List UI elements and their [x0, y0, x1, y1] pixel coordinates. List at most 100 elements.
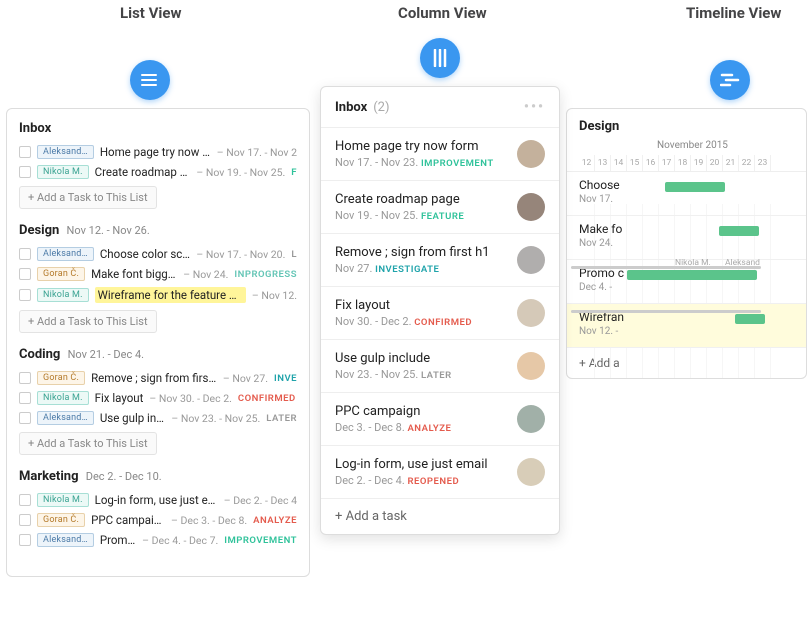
avatar[interactable] [517, 352, 545, 380]
task-checkbox[interactable] [19, 289, 31, 301]
task-row[interactable]: Aleksand…Home page try now form – Nov 17… [19, 142, 297, 162]
task-row[interactable]: Nikola M.Log-in form, use just email – D… [19, 490, 297, 510]
task-row[interactable]: Nikola M.Wireframe for the feature page … [19, 284, 297, 306]
task-card[interactable]: Use gulp includeNov 23. - Nov 25. LATER [321, 340, 559, 393]
task-row[interactable]: Aleksand…Promo code – Dec 4. - Dec 7. IM… [19, 530, 297, 550]
timeline-day: 23 [755, 155, 771, 171]
assignee-pill[interactable]: Goran Č. [37, 371, 85, 385]
card-meta: Dec 3. - Dec 8. ANALYZE [335, 421, 507, 434]
task-dates: – Dec 3. - Dec 8. [171, 514, 247, 527]
timeline-view-panel: Design November 2015 1213141516171819202… [566, 108, 807, 379]
task-dates: – Nov 19. - Nov 25. [196, 166, 285, 179]
timeline-day: 20 [707, 155, 723, 171]
column-view-panel: Inbox (2) ••• Home page try now formNov … [320, 86, 560, 535]
avatar[interactable] [517, 193, 545, 221]
assignee-pill[interactable]: Goran Č. [37, 513, 85, 527]
section-title: Inbox [19, 121, 297, 136]
assignee-pill[interactable]: Goran Č. [37, 267, 85, 281]
task-row[interactable]: Nikola M.Create roadmap page – Nov 19. -… [19, 162, 297, 182]
task-dates: – Nov 24. [183, 268, 228, 281]
timeline-row[interactable]: ChooseNov 17. [567, 172, 806, 216]
assignee-pill[interactable]: Aleksand… [37, 145, 94, 159]
task-checkbox[interactable] [19, 166, 31, 178]
assignee-pill[interactable]: Aleksand… [37, 411, 94, 425]
task-card[interactable]: Home page try now formNov 17. - Nov 23. … [321, 128, 559, 181]
task-title: Make font bigger [91, 267, 177, 281]
task-row[interactable]: Nikola M.Fix layout – Nov 30. - Dec 2. C… [19, 388, 297, 408]
task-row[interactable]: Aleksand…Choose color scheme – Nov 17. -… [19, 244, 297, 264]
timeline-view-icon[interactable] [710, 60, 750, 100]
assignee-pill[interactable]: Nikola M. [37, 391, 89, 405]
task-row[interactable]: Goran Č.Make font bigger – Nov 24. INPRO… [19, 264, 297, 284]
task-checkbox[interactable] [19, 412, 31, 424]
task-checkbox[interactable] [19, 534, 31, 546]
assignee-pill[interactable]: Aleksand… [37, 247, 94, 261]
task-card[interactable]: PPC campaign Dec 3. - Dec 8. ANALYZE [321, 393, 559, 446]
task-card[interactable]: Log-in form, use just emailDec 2. - Dec … [321, 446, 559, 499]
column-header: Inbox (2) ••• [321, 87, 559, 128]
section-title: Marketing Dec 2. - Dec 10. [19, 469, 297, 484]
task-card[interactable]: Fix layoutNov 30. - Dec 2. CONFIRMED [321, 287, 559, 340]
card-title: Create roadmap page [335, 192, 507, 207]
column-view-label: Column View [398, 4, 487, 22]
add-task-button[interactable]: + Add a [567, 348, 806, 378]
timeline-view-label: Timeline View [686, 4, 781, 22]
task-dates: – Nov 17. - Nov 20. [196, 248, 285, 261]
avatar[interactable] [517, 246, 545, 274]
task-dates: – Nov 17. - Nov 2 [217, 146, 297, 159]
timeline-day: 17 [659, 155, 675, 171]
task-checkbox[interactable] [19, 514, 31, 526]
timeline-section-title: Design [567, 109, 806, 134]
timeline-bar[interactable] [571, 310, 761, 313]
task-row[interactable]: Goran Č.PPC campaign – Dec 3. - Dec 8. A… [19, 510, 297, 530]
card-meta: Nov 19. - Nov 25. FEATURE [335, 209, 507, 222]
task-checkbox[interactable] [19, 494, 31, 506]
column-view-icon[interactable] [420, 38, 460, 78]
add-task-button[interactable]: + Add a Task to This List [19, 310, 157, 333]
timeline-row[interactable]: Promo cDec 4. -Nikola M.Aleksand [567, 260, 806, 304]
task-tag: LATER [266, 413, 297, 424]
task-title: Remove ; sign from first h1 [91, 371, 217, 385]
card-tag: FEATURE [421, 211, 464, 222]
card-tag: LATER [421, 370, 452, 381]
column-title: Inbox [335, 100, 367, 115]
task-row[interactable]: Aleksand…Use gulp include – Nov 23. - No… [19, 408, 297, 428]
avatar[interactable] [517, 140, 545, 168]
assignee-pill[interactable]: Nikola M. [37, 288, 89, 302]
assignee-pill[interactable]: Aleksand… [37, 533, 94, 547]
task-checkbox[interactable] [19, 392, 31, 404]
add-task-button[interactable]: + Add a task [321, 499, 559, 534]
card-tag: IMPROVEMENT [421, 158, 494, 169]
task-row[interactable]: Goran Č.Remove ; sign from first h1 – No… [19, 368, 297, 388]
avatar[interactable] [517, 299, 545, 327]
card-title: Use gulp include [335, 351, 507, 366]
timeline-bar[interactable] [627, 270, 757, 280]
add-task-button[interactable]: + Add a Task to This List [19, 186, 157, 209]
list-view-icon[interactable] [130, 60, 170, 100]
add-task-button[interactable]: + Add a Task to This List [19, 432, 157, 455]
timeline-bar[interactable] [719, 226, 759, 236]
avatar[interactable] [517, 405, 545, 433]
timeline-day: 22 [739, 155, 755, 171]
task-tag: IMPROVEMENT [224, 535, 297, 546]
card-tag: INVESTIGATE [375, 264, 439, 275]
assignee-pill[interactable]: Nikola M. [37, 165, 89, 179]
task-card[interactable]: Create roadmap page Nov 19. - Nov 25. FEA… [321, 181, 559, 234]
card-title: Fix layout [335, 298, 507, 313]
task-tag: F [291, 167, 297, 178]
column-menu-icon[interactable]: ••• [524, 99, 545, 115]
card-title: Home page try now form [335, 139, 507, 154]
task-checkbox[interactable] [19, 146, 31, 158]
timeline-bar[interactable] [735, 314, 765, 324]
card-title: PPC campaign [335, 404, 507, 419]
timeline-row[interactable]: Make foNov 24. [567, 216, 806, 260]
task-card[interactable]: Remove ; sign from first h1Nov 27. INVES… [321, 234, 559, 287]
timeline-bar[interactable] [665, 182, 725, 192]
assignee-pill[interactable]: Nikola M. [37, 493, 89, 507]
timeline-row[interactable]: WirefranNov 12. - [567, 304, 806, 348]
avatar[interactable] [517, 458, 545, 486]
task-checkbox[interactable] [19, 268, 31, 280]
card-tag: REOPENED [407, 476, 459, 487]
task-checkbox[interactable] [19, 248, 31, 260]
task-checkbox[interactable] [19, 372, 31, 384]
